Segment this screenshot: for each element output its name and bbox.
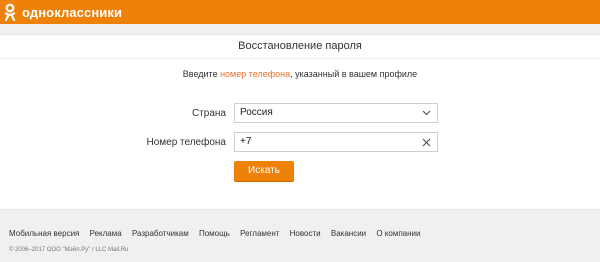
footer-link-mobile[interactable]: Мобильная версия — [9, 229, 79, 238]
instruction-before: Введите — [182, 69, 221, 79]
country-label: Страна — [191, 108, 226, 119]
phone-number-link[interactable]: номер телефона — [220, 69, 290, 79]
footer-link-developers[interactable]: Разработчикам — [132, 229, 189, 238]
footer-link-help[interactable]: Помощь — [199, 229, 230, 238]
password-recovery-card: Восстановление пароля Введите номер теле… — [0, 34, 600, 210]
close-icon[interactable] — [422, 133, 431, 151]
footer-link-news[interactable]: Новости — [290, 229, 321, 238]
search-button[interactable]: Искать — [234, 161, 294, 181]
country-select[interactable]: Россия — [234, 103, 438, 123]
copyright: © 2006–2017 ООО "Мэйл.Ру" / LLC Mail.Ru — [9, 247, 129, 253]
phone-input[interactable]: +7 — [234, 132, 438, 152]
country-value: Россия — [240, 107, 273, 118]
instruction-after: , указанный в вашем профиле — [290, 69, 418, 79]
footer-link-jobs[interactable]: Вакансии — [331, 229, 366, 238]
ok-logo-icon — [4, 3, 16, 22]
phone-label: Номер телефона — [146, 137, 226, 148]
top-bar: одноклассники — [0, 0, 600, 24]
site-logo[interactable]: одноклассники — [4, 2, 122, 22]
phone-value: +7 — [240, 136, 252, 147]
footer-link-rules[interactable]: Регламент — [240, 229, 279, 238]
footer-links: Мобильная версия Реклама Разработчикам П… — [9, 229, 428, 238]
logo-text: одноклассники — [22, 4, 123, 20]
instruction-text: Введите номер телефона, указанный в ваше… — [0, 69, 600, 79]
chevron-down-icon — [422, 104, 431, 122]
footer-link-ads[interactable]: Реклама — [90, 229, 122, 238]
page-title: Восстановление пароля — [0, 35, 600, 59]
footer-link-about[interactable]: О компании — [376, 229, 420, 238]
